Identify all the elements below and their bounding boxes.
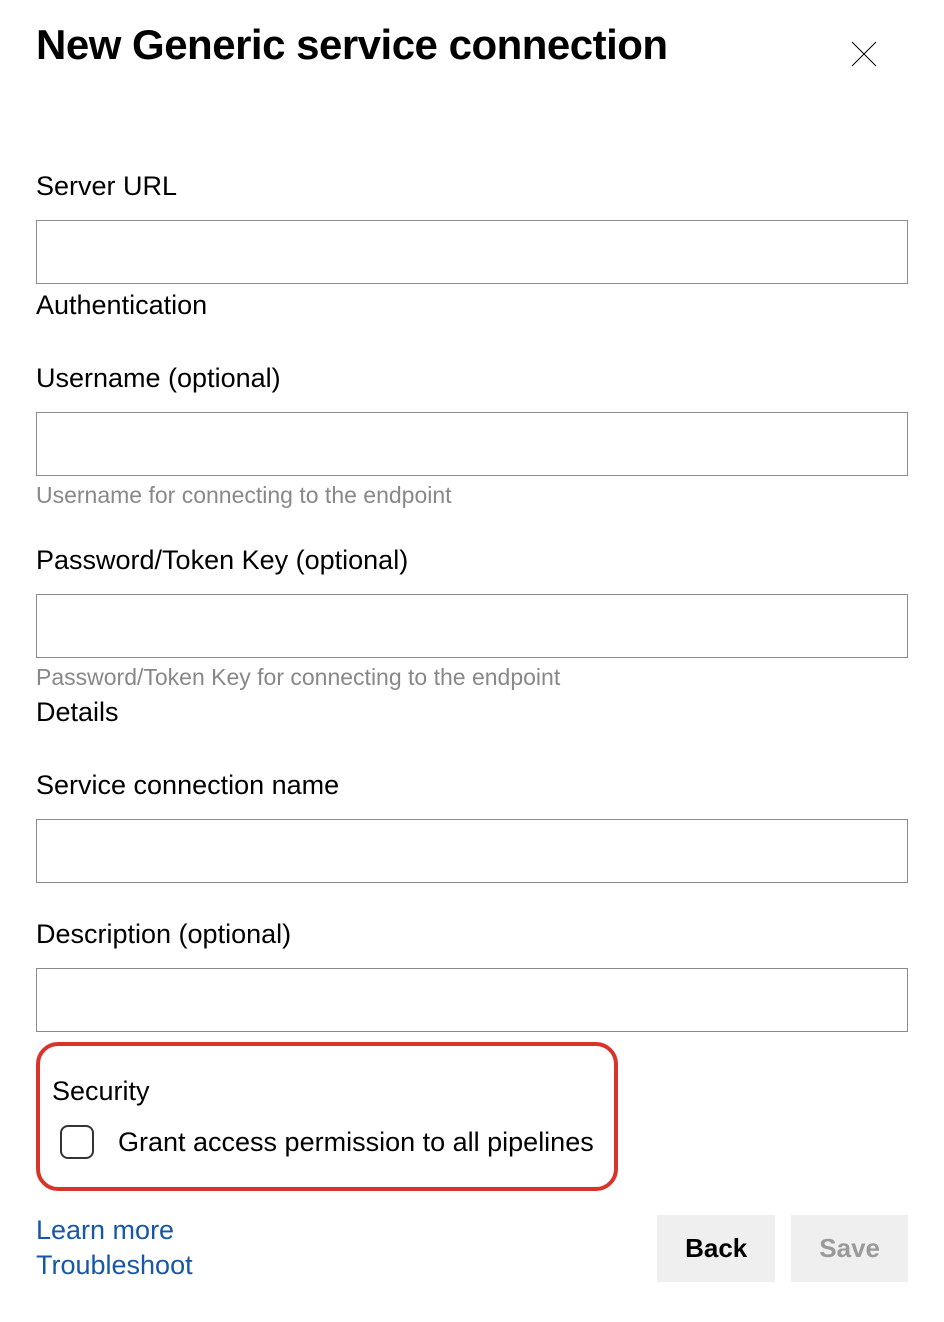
server-url-input[interactable]	[36, 220, 908, 284]
description-label: Description (optional)	[36, 919, 908, 950]
description-input[interactable]	[36, 968, 908, 1032]
grant-access-label: Grant access permission to all pipelines	[118, 1127, 594, 1158]
troubleshoot-link[interactable]: Troubleshoot	[36, 1250, 193, 1281]
security-section-highlight: Security Grant access permission to all …	[36, 1042, 618, 1191]
server-url-label: Server URL	[36, 171, 908, 202]
password-input[interactable]	[36, 594, 908, 658]
security-heading: Security	[52, 1076, 594, 1107]
password-field: Password/Token Key (optional) Password/T…	[36, 545, 908, 728]
dialog-header: New Generic service connection	[36, 20, 908, 81]
connection-name-field: Service connection name	[36, 770, 908, 883]
password-label: Password/Token Key (optional)	[36, 545, 908, 576]
authentication-heading: Authentication	[36, 290, 908, 321]
grant-access-checkbox[interactable]	[60, 1125, 94, 1159]
learn-more-link[interactable]: Learn more	[36, 1215, 193, 1246]
footer-buttons: Back Save	[657, 1215, 908, 1282]
connection-name-input[interactable]	[36, 819, 908, 883]
server-url-field: Server URL Authentication	[36, 171, 908, 321]
back-button[interactable]: Back	[657, 1215, 775, 1282]
password-help: Password/Token Key for connecting to the…	[36, 664, 908, 691]
dialog-title: New Generic service connection	[36, 20, 668, 70]
username-input[interactable]	[36, 412, 908, 476]
close-button[interactable]	[840, 30, 888, 81]
grant-access-row: Grant access permission to all pipelines	[60, 1125, 594, 1159]
username-label: Username (optional)	[36, 363, 908, 394]
close-icon	[848, 58, 880, 73]
username-help: Username for connecting to the endpoint	[36, 482, 908, 509]
username-field: Username (optional) Username for connect…	[36, 363, 908, 509]
connection-name-label: Service connection name	[36, 770, 908, 801]
description-field: Description (optional)	[36, 919, 908, 1032]
details-heading: Details	[36, 697, 908, 728]
dialog-footer: Learn more Troubleshoot Back Save	[36, 1215, 908, 1282]
footer-links: Learn more Troubleshoot	[36, 1215, 193, 1281]
save-button[interactable]: Save	[791, 1215, 908, 1282]
